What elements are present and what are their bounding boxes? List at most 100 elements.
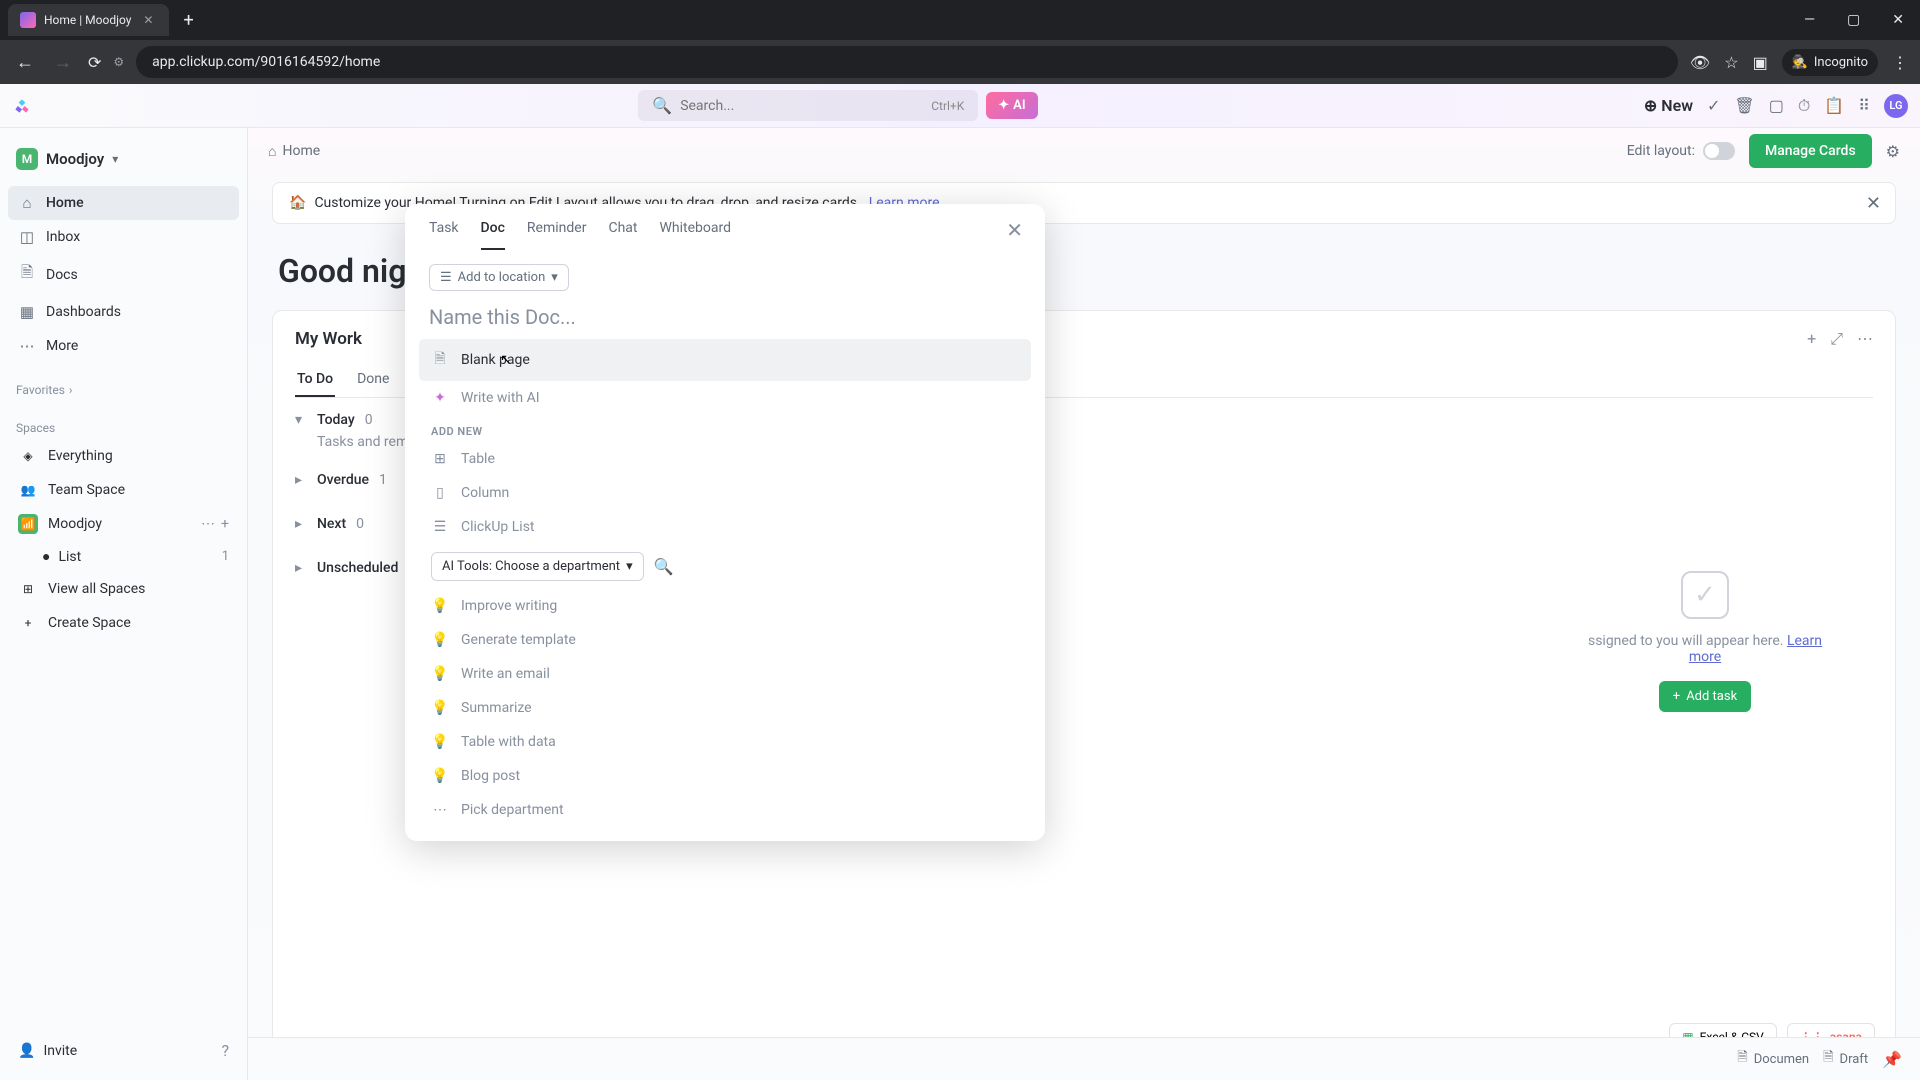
- dock-draft[interactable]: 🗎 Draft: [1823, 1048, 1868, 1070]
- more-icon: ⋯: [18, 337, 36, 355]
- new-tab-button[interactable]: +: [173, 10, 203, 31]
- clickup-logo-icon[interactable]: [12, 96, 32, 116]
- ai-pick-department[interactable]: ⋯ Pick department: [419, 793, 1031, 827]
- plus-icon[interactable]: +: [1807, 329, 1816, 349]
- edit-layout-label: Edit layout:: [1627, 143, 1695, 159]
- house-emoji-icon: 🏠: [289, 195, 306, 211]
- chevron-down-icon: ▾: [626, 559, 633, 574]
- space-list-item[interactable]: ● List 1: [8, 541, 239, 572]
- ai-button[interactable]: ✦ AI: [986, 92, 1037, 119]
- ai-blog-post[interactable]: 💡 Blog post: [419, 759, 1031, 793]
- sidebar-item-inbox[interactable]: ◫ Inbox: [8, 220, 239, 254]
- option-table[interactable]: ⊞ Table: [419, 442, 1031, 476]
- site-settings-icon[interactable]: ⚙: [113, 55, 124, 69]
- tab-done[interactable]: Done: [355, 363, 391, 397]
- maximize-icon[interactable]: ▢: [1839, 8, 1868, 32]
- ellipsis-icon[interactable]: ⋯: [201, 516, 215, 532]
- doc-icon: 🗎: [18, 262, 36, 287]
- option-column[interactable]: ▯ Column: [419, 476, 1031, 510]
- expand-icon[interactable]: ⤢: [1830, 329, 1843, 349]
- ai-table-data[interactable]: 💡 Table with data: [419, 725, 1031, 759]
- close-icon[interactable]: ✕: [1866, 193, 1881, 214]
- minimize-icon[interactable]: —: [1796, 8, 1823, 32]
- eye-off-icon[interactable]: 👁: [1690, 53, 1710, 72]
- add-location-button[interactable]: ☰ Add to location ▾: [429, 264, 569, 291]
- space-everything[interactable]: ◈ Everything: [8, 439, 239, 473]
- sidebar-item-dashboards[interactable]: ▦ Dashboards: [8, 295, 239, 329]
- check-circle-icon[interactable]: ✓: [1707, 96, 1720, 115]
- forward-button[interactable]: →: [50, 48, 76, 77]
- reload-button[interactable]: ⟳: [88, 53, 101, 72]
- add-new-heading: ADD NEW: [419, 415, 1031, 442]
- plus-icon: +: [1673, 689, 1680, 704]
- back-button[interactable]: ←: [12, 48, 38, 77]
- gear-icon[interactable]: ⚙: [1886, 142, 1900, 161]
- view-all-spaces[interactable]: ⊞ View all Spaces: [8, 572, 239, 606]
- add-task-button[interactable]: + Add task: [1659, 681, 1751, 712]
- pin-icon[interactable]: 📌: [1882, 1050, 1902, 1069]
- ai-tools-dropdown[interactable]: AI Tools: Choose a department ▾: [431, 552, 644, 581]
- ellipsis-icon[interactable]: ⋯: [1857, 329, 1873, 349]
- sidebar-item-more[interactable]: ⋯ More: [8, 329, 239, 363]
- column-icon: ▯: [431, 485, 449, 501]
- modal-tab-whiteboard[interactable]: Whiteboard: [659, 220, 731, 250]
- modal-tab-task[interactable]: Task: [429, 220, 459, 250]
- bulb-icon: 💡: [431, 598, 449, 614]
- tab-todo[interactable]: To Do: [295, 363, 335, 397]
- search-box[interactable]: 🔍 Ctrl+K: [638, 90, 978, 121]
- create-space[interactable]: + Create Space: [8, 606, 239, 640]
- panel-icon[interactable]: ▣: [1753, 53, 1768, 72]
- caret-down-icon[interactable]: ▾: [295, 412, 307, 428]
- breadcrumb[interactable]: Home: [282, 143, 320, 159]
- chevron-right-icon: ›: [69, 383, 73, 397]
- tab-close-icon[interactable]: ✕: [139, 13, 157, 27]
- notepad-icon[interactable]: 📋: [1824, 96, 1844, 115]
- doc-name-input[interactable]: [429, 305, 1021, 329]
- video-icon[interactable]: ▢: [1769, 96, 1784, 115]
- workspace-switcher[interactable]: M Moodjoy ▾: [8, 140, 239, 178]
- help-icon[interactable]: ?: [221, 1041, 229, 1060]
- close-window-icon[interactable]: ✕: [1884, 8, 1912, 32]
- close-icon[interactable]: ✕: [1006, 218, 1023, 242]
- sidebar-item-home[interactable]: ⌂ Home: [8, 186, 239, 220]
- caret-right-icon[interactable]: ▸: [295, 516, 307, 532]
- ai-generate-template[interactable]: 💡 Generate template: [419, 623, 1031, 657]
- plus-icon[interactable]: +: [221, 516, 229, 532]
- url-bar[interactable]: app.clickup.com/9016164592/home: [136, 46, 1678, 78]
- create-modal: Task Doc Reminder Chat Whiteboard ✕ ☰ Ad…: [405, 204, 1045, 841]
- favicon-icon: [20, 12, 36, 28]
- ai-write-email[interactable]: 💡 Write an email: [419, 657, 1031, 691]
- spaces-section: Spaces: [8, 417, 239, 439]
- space-team[interactable]: 👥 Team Space: [8, 473, 239, 507]
- modal-tab-doc[interactable]: Doc: [481, 220, 505, 250]
- dock-document[interactable]: 🗎 Documen: [1737, 1048, 1809, 1070]
- invite-button[interactable]: 👤 Invite: [18, 1043, 77, 1059]
- plus-circle-icon: ⊕: [1644, 96, 1657, 115]
- browser-tab[interactable]: Home | Moodjoy ✕: [8, 4, 169, 36]
- manage-cards-button[interactable]: Manage Cards: [1749, 134, 1872, 168]
- search-input[interactable]: [680, 98, 923, 114]
- list-icon: ●: [42, 548, 50, 565]
- option-write-ai[interactable]: ✦ Write with AI: [419, 381, 1031, 415]
- clock-icon[interactable]: ⏱: [1798, 96, 1810, 116]
- favorites-section[interactable]: Favorites ›: [8, 379, 239, 401]
- edit-layout-toggle[interactable]: [1703, 142, 1735, 160]
- modal-tab-chat[interactable]: Chat: [608, 220, 637, 250]
- option-clickup-list[interactable]: ☰ ClickUp List: [419, 510, 1031, 544]
- search-icon[interactable]: 🔍: [654, 557, 674, 576]
- apps-icon[interactable]: ⠿: [1858, 96, 1870, 115]
- bookmark-icon[interactable]: ☆: [1724, 53, 1738, 72]
- trash-icon[interactable]: 🗑: [1734, 96, 1754, 115]
- space-moodjoy[interactable]: 📶 Moodjoy ⋯ +: [8, 507, 239, 541]
- option-blank-page[interactable]: 🗎 Blank page: [419, 339, 1031, 381]
- ai-improve-writing[interactable]: 💡 Improve writing: [419, 589, 1031, 623]
- ai-summarize[interactable]: 💡 Summarize: [419, 691, 1031, 725]
- menu-icon[interactable]: ⋮: [1892, 53, 1908, 72]
- avatar[interactable]: LG: [1884, 94, 1908, 118]
- modal-tab-reminder[interactable]: Reminder: [527, 220, 587, 250]
- incognito-badge[interactable]: 🕵 Incognito: [1782, 49, 1878, 76]
- caret-right-icon[interactable]: ▸: [295, 472, 307, 488]
- sidebar-item-docs[interactable]: 🗎 Docs: [8, 254, 239, 295]
- caret-right-icon[interactable]: ▸: [295, 560, 307, 576]
- new-button[interactable]: ⊕ New: [1644, 96, 1693, 115]
